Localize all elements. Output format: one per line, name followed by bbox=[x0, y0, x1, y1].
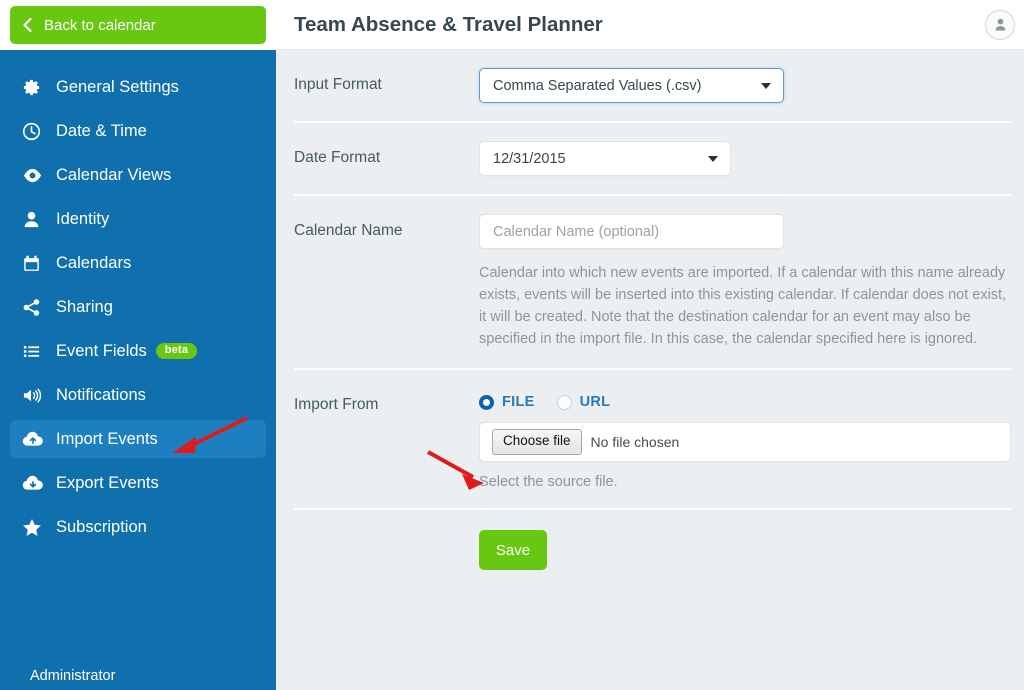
sidebar-item-label: Export Events bbox=[56, 473, 159, 492]
import-settings-form: Input Format Comma Separated Values (.cs… bbox=[276, 50, 1024, 570]
sidebar-item-label: Calendar Views bbox=[56, 165, 172, 184]
sidebar-item-label: Calendars bbox=[56, 253, 132, 272]
sidebar-item-label: Identity bbox=[56, 209, 110, 228]
sidebar-item-identity[interactable]: Identity bbox=[10, 200, 266, 238]
sidebar-item-label: Import Events bbox=[56, 429, 158, 448]
gear-icon bbox=[22, 78, 56, 97]
sidebar-item-calendar-views[interactable]: Calendar Views bbox=[10, 156, 266, 194]
date-format-label: Date Format bbox=[294, 149, 381, 166]
cloud-upload-icon bbox=[22, 430, 56, 448]
sidebar-item-label: Sharing bbox=[56, 297, 113, 316]
eye-icon bbox=[22, 166, 56, 185]
list-icon bbox=[22, 342, 56, 361]
import-from-radio-group: FILE URL bbox=[479, 388, 1011, 410]
sidebar-footer-user[interactable]: Administrator bbox=[0, 668, 276, 690]
row-import-from: Import From FILE URL Choose file No file… bbox=[294, 370, 1011, 510]
share-icon bbox=[22, 298, 56, 317]
save-button[interactable]: Save bbox=[479, 530, 547, 570]
person-icon bbox=[22, 210, 56, 229]
date-format-value: 12/31/2015 bbox=[493, 150, 566, 167]
import-from-note: Select the source file. bbox=[479, 474, 618, 490]
sidebar-item-export-events[interactable]: Export Events bbox=[10, 464, 266, 502]
row-input-format: Input Format Comma Separated Values (.cs… bbox=[294, 50, 1011, 123]
sidebar: Back to calendar General Settings Date &… bbox=[0, 0, 276, 690]
sidebar-item-notifications[interactable]: Notifications bbox=[10, 376, 266, 414]
file-upload-field[interactable]: Choose file No file chosen bbox=[479, 422, 1011, 462]
input-format-select[interactable]: Comma Separated Values (.csv) bbox=[479, 68, 784, 103]
calendar-name-help-text: Calendar into which new events are impor… bbox=[479, 265, 1007, 347]
chevron-down-icon bbox=[761, 82, 771, 89]
sidebar-item-general-settings[interactable]: General Settings bbox=[10, 68, 266, 106]
radio-label-file: FILE bbox=[502, 394, 535, 410]
sidebar-item-label: General Settings bbox=[56, 77, 179, 96]
choose-file-button[interactable]: Choose file bbox=[492, 429, 582, 455]
radio-label-url: URL bbox=[579, 394, 611, 410]
page-title: Team Absence & Travel Planner bbox=[294, 12, 603, 36]
beta-badge: beta bbox=[155, 343, 198, 359]
sidebar-item-subscription[interactable]: Subscription bbox=[10, 508, 266, 546]
date-format-select[interactable]: 12/31/2015 bbox=[479, 141, 731, 176]
radio-option-file[interactable]: FILE bbox=[479, 394, 535, 410]
input-format-label: Input Format bbox=[294, 76, 382, 93]
star-icon bbox=[22, 518, 56, 537]
radio-indicator-url[interactable] bbox=[556, 394, 572, 410]
back-to-calendar-label: Back to calendar bbox=[44, 16, 156, 34]
sidebar-header: Back to calendar bbox=[0, 0, 276, 50]
sidebar-item-label: Subscription bbox=[56, 517, 147, 536]
cloud-download-icon bbox=[22, 474, 56, 492]
sidebar-item-label: Event Fields bbox=[56, 341, 147, 360]
file-status-text: No file chosen bbox=[590, 434, 680, 450]
main-header: Team Absence & Travel Planner bbox=[276, 0, 1024, 50]
sidebar-item-label: Notifications bbox=[56, 385, 146, 404]
clock-icon bbox=[22, 122, 56, 141]
sidebar-item-calendars[interactable]: Calendars bbox=[10, 244, 266, 282]
user-avatar-icon[interactable] bbox=[985, 9, 1015, 40]
calendar-name-label: Calendar Name bbox=[294, 222, 403, 239]
calendar-name-input[interactable] bbox=[479, 214, 784, 249]
chevron-left-icon bbox=[10, 17, 44, 33]
chevron-down-icon bbox=[708, 155, 718, 162]
sidebar-item-event-fields[interactable]: Event Fields beta bbox=[10, 332, 266, 370]
speaker-icon bbox=[22, 386, 56, 405]
sidebar-item-sharing[interactable]: Sharing bbox=[10, 288, 266, 326]
input-format-value: Comma Separated Values (.csv) bbox=[493, 77, 702, 94]
sidebar-item-label: Date & Time bbox=[56, 121, 147, 140]
row-save: Save bbox=[294, 510, 1011, 570]
app-window: Back to calendar General Settings Date &… bbox=[0, 0, 1024, 690]
main-content: Team Absence & Travel Planner Input Form… bbox=[276, 0, 1024, 690]
back-to-calendar-button[interactable]: Back to calendar bbox=[10, 6, 266, 44]
row-date-format: Date Format 12/31/2015 bbox=[294, 123, 1011, 196]
radio-option-url[interactable]: URL bbox=[556, 394, 611, 410]
calendar-icon bbox=[22, 254, 56, 273]
row-calendar-name: Calendar Name Calendar into which new ev… bbox=[294, 196, 1011, 370]
sidebar-item-import-events[interactable]: Import Events bbox=[10, 420, 266, 458]
sidebar-nav: General Settings Date & Time Calendar Vi… bbox=[0, 50, 276, 546]
sidebar-item-date-time[interactable]: Date & Time bbox=[10, 112, 266, 150]
import-from-label: Import From bbox=[294, 396, 379, 413]
radio-indicator-file[interactable] bbox=[479, 394, 494, 410]
